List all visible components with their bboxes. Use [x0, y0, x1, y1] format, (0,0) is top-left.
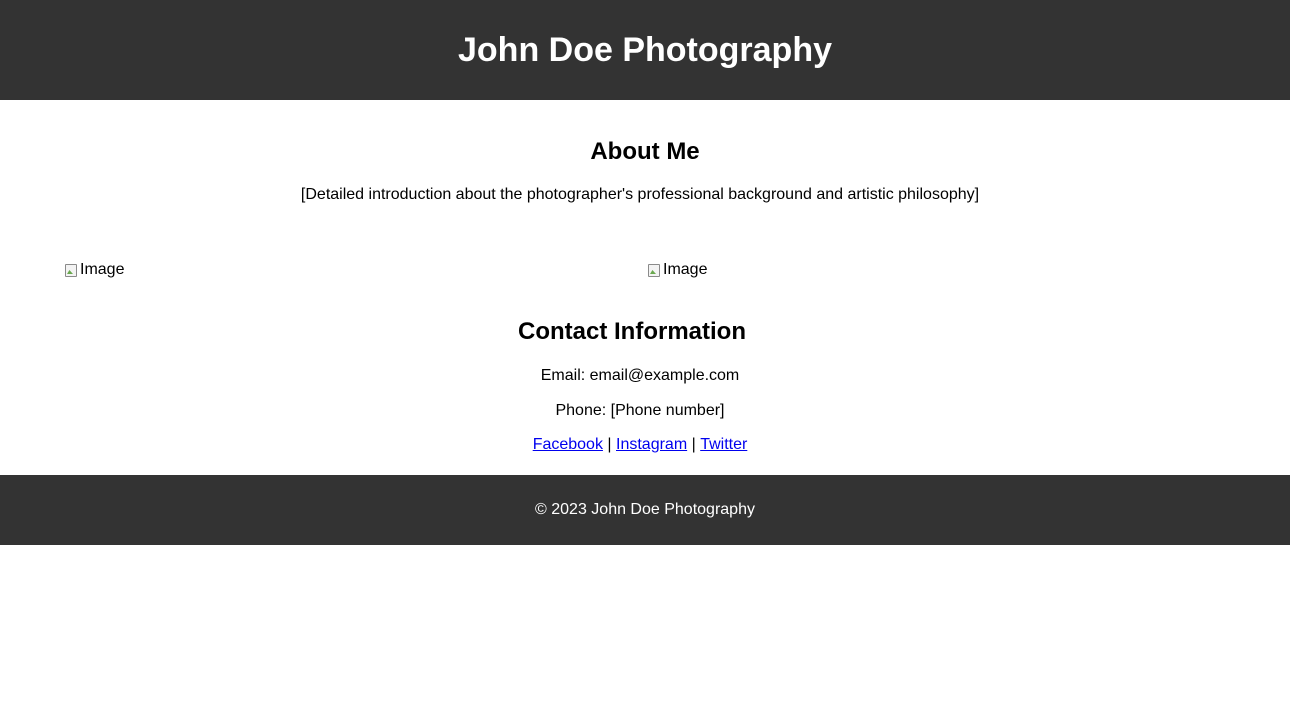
twitter-link[interactable]: Twitter [700, 436, 747, 453]
about-text: [Detailed introduction about the photogr… [300, 186, 980, 203]
site-title: John Doe Photography [458, 30, 832, 69]
social-links: Facebook | Instagram | Twitter [0, 436, 1280, 454]
site-footer: © 2023 John Doe Photography [0, 475, 1290, 545]
contact-phone: Phone: [Phone number] [555, 402, 725, 419]
link-separator: | [602, 436, 616, 453]
instagram-link[interactable]: Instagram [616, 436, 687, 453]
gallery-image: Image [64, 261, 124, 279]
facebook-link[interactable]: Facebook [533, 436, 603, 453]
contact-email: Email: email@example.com [540, 367, 740, 384]
broken-image-icon [647, 262, 661, 278]
gallery-image: Image [647, 261, 707, 279]
about-heading: About Me [590, 138, 700, 165]
site-header: John Doe Photography [0, 0, 1290, 100]
broken-image-icon [64, 262, 78, 278]
copyright-text: © 2023 John Doe Photography [535, 501, 755, 518]
contact-heading: Contact Information [518, 318, 746, 345]
image-alt-text: Image [663, 261, 708, 278]
image-alt-text: Image [80, 261, 125, 278]
link-separator: | [687, 436, 701, 453]
